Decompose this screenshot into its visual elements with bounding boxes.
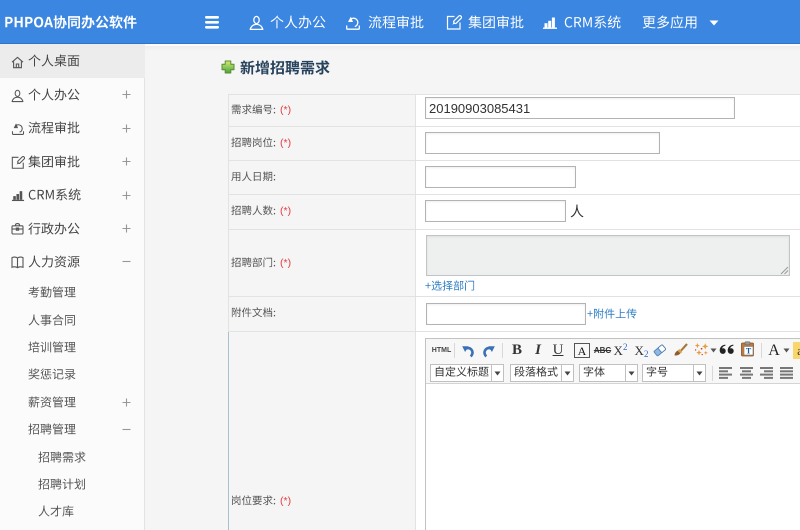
svg-text:T: T xyxy=(746,347,752,356)
svg-text:A: A xyxy=(578,344,587,358)
